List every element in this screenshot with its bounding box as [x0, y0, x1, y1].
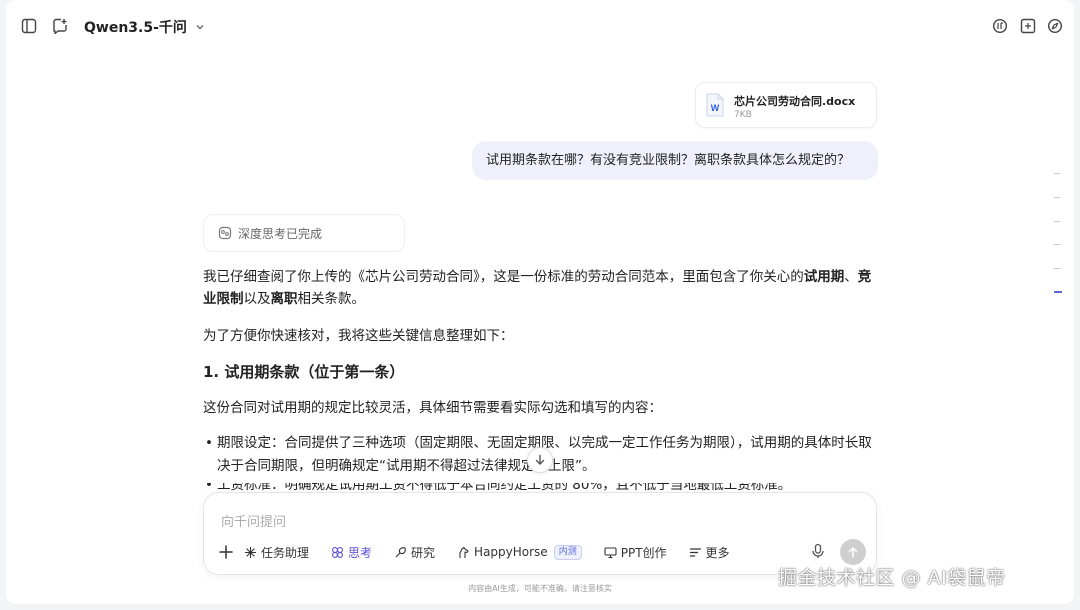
assistant-answer: 我已仔细查阅了你上传的《芯片公司劳动合同》，这是一份标准的劳动合同范本，里面包含… [203, 266, 879, 493]
grid-icon[interactable] [1020, 18, 1036, 34]
composer-toolbar: 任务助理 思考 研究 HappyHorse 内测 PPT创作 更多 [218, 542, 752, 562]
answer-intro: 我已仔细查阅了你上传的《芯片公司劳动合同》，这是一份标准的劳动合同范本，里面包含… [203, 269, 872, 307]
outline-marker[interactable] [1054, 173, 1060, 174]
answer-paragraph-2: 为了方便你快速核对，我将这些关键信息整理如下： [203, 328, 514, 344]
attachment-card[interactable]: W 芯片公司劳动合同.docx 7KB [695, 82, 877, 128]
outline-marker[interactable] [1054, 268, 1060, 269]
outline-marker[interactable] [1054, 197, 1060, 198]
tool-think[interactable]: 思考 [331, 544, 372, 561]
beta-badge: 内测 [553, 544, 582, 560]
file-type-letter: W [711, 103, 720, 113]
tool-happyhorse[interactable]: HappyHorse 内测 [457, 544, 582, 560]
outline-marker[interactable] [1054, 221, 1060, 222]
model-selector[interactable]: Qwen3.5-千问 [84, 17, 205, 37]
microphone-icon[interactable] [810, 543, 826, 559]
new-chat-icon[interactable] [52, 18, 68, 34]
user-message-text: 试用期条款在哪？有没有竞业限制？离职条款具体怎么规定的？ [486, 153, 851, 168]
user-message-bubble: 试用期条款在哪？有没有竞业限制？离职条款具体怎么规定的？ [472, 141, 878, 180]
scroll-to-bottom-button[interactable] [527, 447, 553, 473]
tool-task-assistant[interactable]: 任务助理 [244, 544, 309, 561]
composer[interactable]: 向千问提问 任务助理 思考 研究 HappyHorse 内测 PPT创作 更多 [203, 492, 877, 575]
ppt-icon [604, 546, 617, 558]
research-icon [395, 546, 406, 557]
think-icon [332, 546, 343, 558]
outline-marker[interactable] [1054, 244, 1060, 245]
outline-marker-active[interactable] [1054, 291, 1062, 293]
tool-ppt[interactable]: PPT创作 [604, 544, 667, 561]
history-icon[interactable] [992, 18, 1008, 34]
sparkle-icon [245, 546, 256, 558]
bullet-dot: • [205, 435, 213, 451]
composer-input[interactable]: 向千问提问 [221, 511, 286, 530]
send-button[interactable] [840, 539, 866, 565]
watermark: 掘金技术社区 @ AI袋鼠帝 [778, 567, 1006, 589]
sidebar-toggle-icon[interactable] [21, 18, 37, 34]
file-size: 7KB [734, 110, 752, 120]
brain-icon [218, 226, 232, 240]
answer-paragraph-3: 这份合同对试用期的规定比较灵活，具体细节需要看实际勾选和填写的内容： [203, 400, 662, 416]
chevron-down-icon [196, 25, 204, 30]
model-name: Qwen3.5-千问 [84, 20, 187, 36]
more-icon [689, 547, 701, 557]
horse-icon [459, 546, 469, 558]
thinking-status-label: 深度思考已完成 [238, 226, 323, 241]
tool-research[interactable]: 研究 [394, 544, 435, 561]
plus-icon[interactable] [218, 544, 234, 560]
thinking-status-toggle[interactable]: 深度思考已完成 [203, 214, 405, 252]
answer-heading-1: 1. 试用期条款（位于第一条） [203, 363, 405, 381]
arrow-up-icon [848, 546, 858, 558]
file-name: 芯片公司劳动合同.docx [734, 95, 856, 108]
tool-more[interactable]: 更多 [689, 544, 730, 561]
compass-icon[interactable] [1047, 18, 1063, 34]
word-document-icon: W [706, 93, 724, 117]
arrow-down-icon [535, 454, 545, 465]
